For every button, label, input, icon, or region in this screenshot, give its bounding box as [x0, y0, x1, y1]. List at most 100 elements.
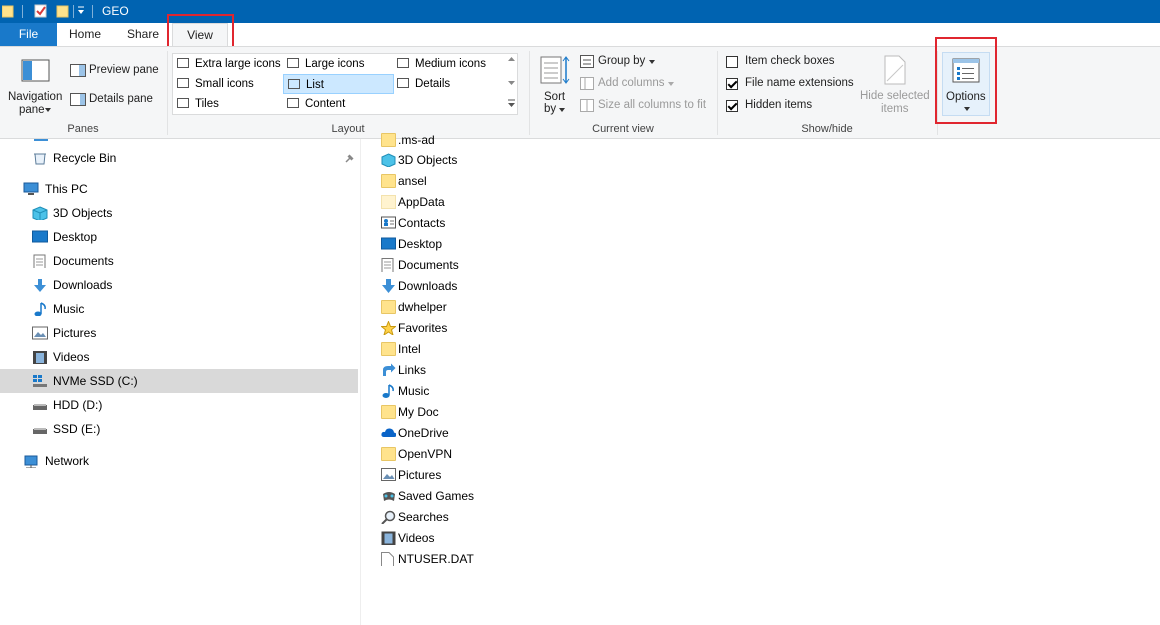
hide-selected-button-line2[interactable]: items [881, 103, 908, 115]
tab-share[interactable]: Share [118, 23, 168, 46]
file-name: Music [398, 384, 430, 398]
nav-item-music[interactable]: Music [0, 297, 358, 321]
layout-details[interactable]: Details [393, 74, 503, 94]
file-name: Videos [398, 531, 435, 545]
layout-tiles-label: Tiles [195, 98, 219, 110]
nav-label: HDD (D:) [53, 398, 103, 412]
file-name-extensions-checkbox[interactable] [726, 78, 738, 90]
properties-icon[interactable] [34, 4, 48, 18]
separator [717, 51, 718, 135]
hidden-folder-icon [381, 195, 396, 209]
preview-pane-icon [70, 64, 86, 77]
add-columns-button[interactable]: Add columns [598, 77, 664, 89]
chevron-down-icon[interactable] [559, 108, 566, 113]
group-label-show-hide: Show/hide [801, 123, 853, 135]
nav-label: Videos [53, 350, 90, 364]
scroll-down-icon[interactable] [508, 80, 516, 86]
chevron-down-icon[interactable] [45, 108, 52, 113]
folder-icon [381, 405, 396, 419]
file-name: Pictures [398, 468, 442, 482]
tab-home[interactable]: Home [62, 23, 108, 46]
hidden-items-label[interactable]: Hidden items [745, 99, 812, 111]
tiles-icon [177, 97, 189, 108]
file-name: dwhelper [398, 300, 447, 314]
nav-item-network[interactable]: Network [0, 449, 358, 473]
scroll-up-icon[interactable] [508, 56, 516, 62]
layout-content-label: Content [305, 98, 346, 110]
folder-icon [381, 447, 396, 461]
nav-item-desktop[interactable]: Desktop [0, 225, 358, 249]
network-icon [24, 455, 38, 468]
nav-item-pictures[interactable]: Pictures [0, 321, 358, 345]
videos-icon [33, 351, 47, 364]
file-name: Intel [398, 342, 421, 356]
chevron-down-icon[interactable] [668, 82, 675, 87]
nav-label: 3D Objects [53, 206, 113, 220]
desktop-icon [381, 237, 396, 250]
layout-extra-large-icons[interactable]: Extra large icons [173, 54, 283, 74]
hidden-items-checkbox[interactable] [726, 100, 738, 112]
hide-selected-button[interactable]: Hide selected [860, 90, 930, 102]
nav-item-documents[interactable]: Documents [0, 249, 358, 273]
nav-label: Music [53, 302, 85, 316]
nav-label: NVMe SSD (C:) [53, 374, 138, 388]
sort-by-button-line2[interactable]: by [544, 103, 556, 115]
file-name-extensions-label[interactable]: File name extensions [745, 77, 854, 89]
sort-by-icon[interactable] [540, 55, 570, 87]
layout-medium-icons[interactable]: Medium icons [393, 54, 503, 74]
details-pane-icon [70, 93, 86, 106]
layout-small-icons[interactable]: Small icons [173, 74, 283, 94]
desktop-icon [32, 230, 48, 243]
navigation-pane-icon[interactable] [21, 59, 51, 83]
new-folder-icon[interactable] [56, 4, 70, 18]
folder-icon [381, 342, 396, 356]
navigation-pane-button[interactable]: Navigation [8, 91, 62, 103]
layout-content[interactable]: Content [283, 94, 393, 114]
item-check-boxes-checkbox[interactable] [726, 56, 738, 68]
sort-by-button[interactable]: Sort [544, 91, 565, 103]
extra-large-icons-icon [177, 57, 189, 68]
cloud-icon [381, 428, 396, 437]
layout-tiles[interactable]: Tiles [173, 94, 283, 114]
separator [529, 51, 530, 135]
nav-label: Desktop [53, 230, 98, 244]
group-by-button[interactable]: Group by [598, 55, 645, 67]
layout-medium-icons-label: Medium icons [415, 58, 486, 70]
chevron-down-icon[interactable] [77, 6, 85, 20]
file-name: Saved Games [398, 489, 475, 503]
saved-games-icon [383, 492, 395, 501]
file-name: ansel [398, 174, 427, 188]
nav-label: SSD (E:) [53, 422, 101, 436]
layout-list[interactable]: List [283, 74, 394, 94]
file-name: Desktop [398, 237, 443, 251]
small-icons-icon [177, 77, 189, 88]
nav-item-downloads[interactable]: Downloads [0, 273, 358, 297]
nav-item-hdd[interactable]: HDD (D:) [0, 393, 358, 417]
chevron-down-icon[interactable] [649, 60, 656, 65]
item-check-boxes-label[interactable]: Item check boxes [745, 55, 834, 67]
size-all-columns-button[interactable]: Size all columns to fit [598, 99, 706, 111]
nav-item-ssd[interactable]: SSD (E:) [0, 417, 358, 441]
windows-drive-icon [33, 375, 47, 387]
search-icon [381, 510, 396, 524]
details-pane-button[interactable]: Details pane [89, 93, 153, 105]
file-name: Links [398, 363, 427, 377]
drive-icon [33, 404, 47, 410]
group-by-icon [580, 55, 594, 68]
preview-pane-button[interactable]: Preview pane [89, 64, 159, 76]
group-label-current-view: Current view [592, 123, 654, 135]
pin-icon[interactable] [343, 153, 359, 167]
layout-gallery: Extra large icons Large icons Medium ico… [172, 53, 518, 115]
nav-item-videos[interactable]: Videos [0, 345, 358, 369]
expand-gallery-icon[interactable] [508, 99, 516, 109]
nav-item-nvme-ssd[interactable]: NVMe SSD (C:) [0, 369, 358, 393]
folder-icon [381, 300, 396, 314]
nav-item-recycle-bin[interactable]: Recycle Bin [0, 146, 358, 170]
videos-icon [381, 531, 396, 545]
nav-item-3d-objects[interactable]: 3D Objects [0, 201, 358, 225]
layout-large-icons[interactable]: Large icons [283, 54, 393, 74]
nav-item-this-pc[interactable]: This PC [0, 177, 358, 201]
navigation-pane-button-line2[interactable]: pane [19, 104, 45, 116]
file-name: Downloads [398, 279, 458, 293]
tab-file[interactable]: File [0, 23, 57, 46]
